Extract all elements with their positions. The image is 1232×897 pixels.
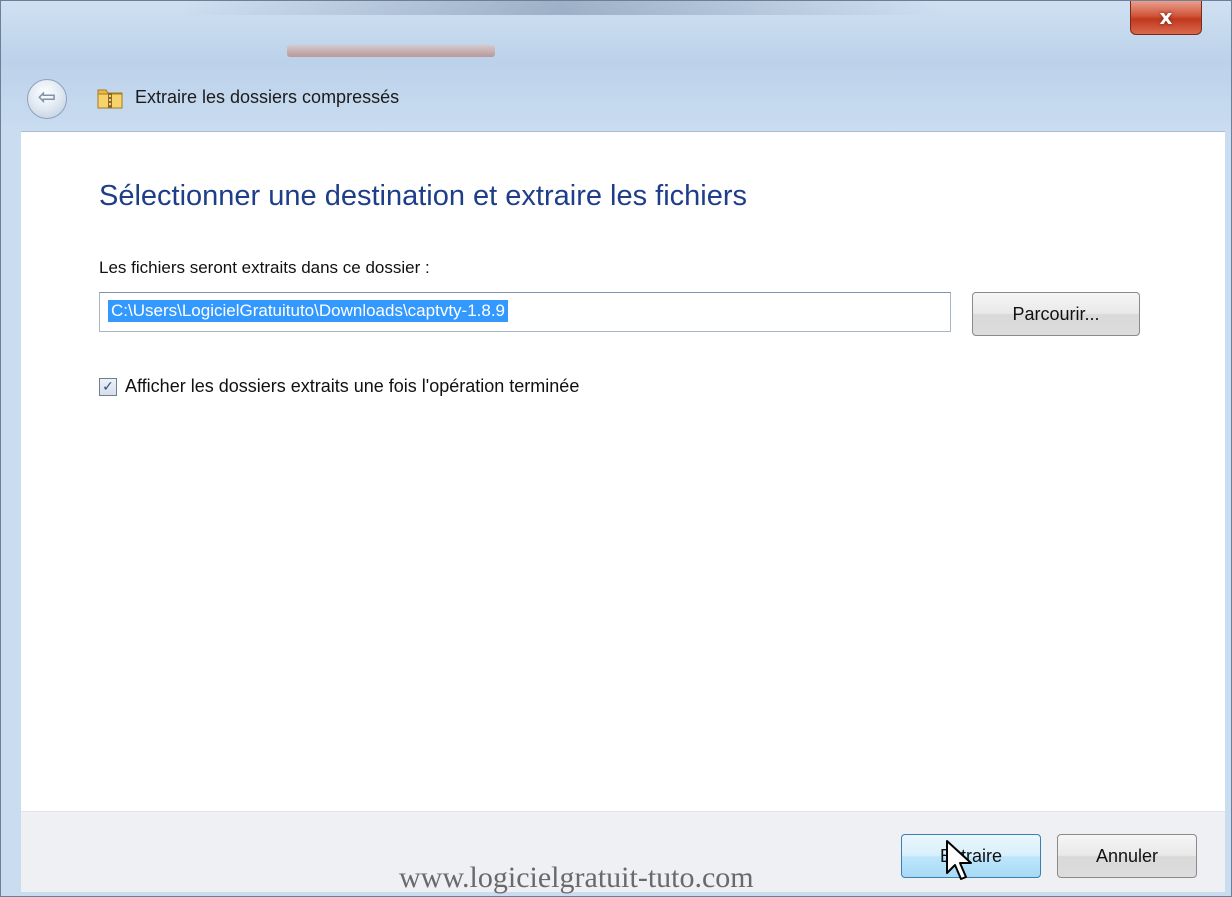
browse-button[interactable]: Parcourir... xyxy=(972,292,1140,336)
zip-folder-icon xyxy=(97,89,123,109)
dialog-heading: Sélectionner une destination et extraire… xyxy=(99,180,748,212)
close-button[interactable]: x xyxy=(1130,1,1202,35)
blurred-background-strip xyxy=(181,1,941,15)
show-folders-checkbox-label[interactable]: Afficher les dossiers extraits une fois … xyxy=(125,376,579,397)
dialog-content: Sélectionner une destination et extraire… xyxy=(21,131,1225,812)
dialog-window: x ⇦ Extraire les dossiers compressés Sél… xyxy=(0,0,1232,897)
show-folders-checkbox[interactable]: ✓ xyxy=(99,378,117,396)
blurred-background-bar xyxy=(287,45,495,57)
back-arrow-icon: ⇦ xyxy=(37,85,57,110)
watermark-text: www.logicielgratuit-tuto.com xyxy=(399,861,754,894)
destination-path-input[interactable]: C:\Users\LogicielGratuituto\Downloads\ca… xyxy=(99,292,951,332)
checkmark-icon: ✓ xyxy=(102,379,114,395)
cancel-button[interactable]: Annuler xyxy=(1057,834,1197,878)
close-icon: x xyxy=(1159,5,1173,29)
destination-label: Les fichiers seront extraits dans ce dos… xyxy=(99,258,430,277)
destination-path-value: C:\Users\LogicielGratuituto\Downloads\ca… xyxy=(108,300,509,322)
window-title: Extraire les dossiers compressés xyxy=(135,87,400,107)
extract-button[interactable]: Extraire xyxy=(901,834,1041,878)
back-button[interactable]: ⇦ xyxy=(27,79,67,119)
